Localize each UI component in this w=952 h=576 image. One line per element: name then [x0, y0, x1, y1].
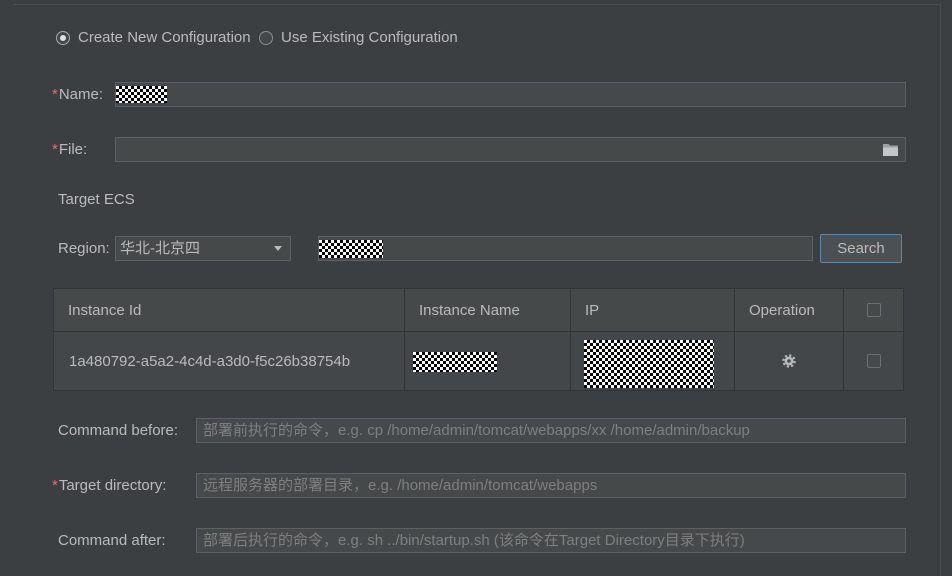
create-new-radio[interactable]	[56, 31, 70, 45]
target-directory-input[interactable]	[196, 473, 906, 498]
table-cell-instance-id: 1a480792-a5a2-4c4d-a3d0-f5c26b38754b	[54, 332, 404, 390]
gear-icon[interactable]	[782, 354, 796, 368]
name-input[interactable]	[115, 82, 906, 107]
region-dropdown-value: 华北-北京四	[120, 240, 200, 257]
select-all-checkbox[interactable]	[866, 303, 881, 317]
required-marker: *	[52, 86, 58, 103]
column-header-label: Operation	[749, 301, 815, 319]
row-checkbox[interactable]	[866, 354, 881, 368]
target-ecs-title: Target ECS	[58, 191, 135, 208]
column-header-label: IP	[585, 301, 600, 319]
table-cell-operation	[735, 332, 843, 390]
folder-icon[interactable]	[883, 144, 898, 156]
command-before-label: Command before:	[58, 422, 179, 439]
required-marker: *	[52, 141, 58, 158]
redacted-ip-mask	[584, 340, 714, 388]
instance-table: Instance Id Instance Name IP Operation 1…	[53, 288, 904, 391]
column-header-label: Instance Id	[68, 301, 142, 319]
column-header-select	[844, 289, 903, 331]
column-header-ip: IP	[571, 289, 734, 331]
command-after-label: Command after:	[58, 532, 166, 549]
file-input[interactable]	[115, 137, 906, 162]
instance-id-value: 1a480792-a5a2-4c4d-a3d0-f5c26b38754b	[69, 352, 351, 370]
command-before-input[interactable]	[196, 418, 906, 443]
create-new-label[interactable]: Create New Configuration	[78, 29, 251, 47]
search-button[interactable]: Search	[820, 234, 902, 263]
table-cell-select	[844, 332, 903, 390]
table-cell-ip	[571, 332, 734, 390]
chevron-down-icon[interactable]	[274, 246, 282, 251]
target-directory-label-text: Target directory:	[58, 477, 167, 494]
required-marker: *	[52, 477, 58, 494]
redacted-instance-name-mask	[413, 352, 497, 372]
command-after-input[interactable]	[196, 528, 906, 553]
column-header-instance-name: Instance Name	[405, 289, 570, 331]
file-label: *File:	[52, 141, 87, 159]
instance-search-input[interactable]	[318, 236, 813, 261]
name-label-text: Name:	[58, 86, 104, 103]
column-header-label: Instance Name	[419, 301, 520, 319]
use-existing-label[interactable]: Use Existing Configuration	[281, 29, 458, 47]
name-label: *Name:	[52, 86, 103, 104]
column-header-operation: Operation	[735, 289, 843, 331]
file-label-text: File:	[58, 141, 88, 158]
use-existing-radio[interactable]	[259, 31, 273, 45]
region-dropdown[interactable]: 华北-北京四	[115, 236, 291, 261]
column-header-instance-id: Instance Id	[54, 289, 404, 331]
table-cell-instance-name	[405, 332, 570, 390]
target-directory-label: *Target directory:	[52, 477, 166, 495]
region-label: Region:	[58, 240, 110, 257]
